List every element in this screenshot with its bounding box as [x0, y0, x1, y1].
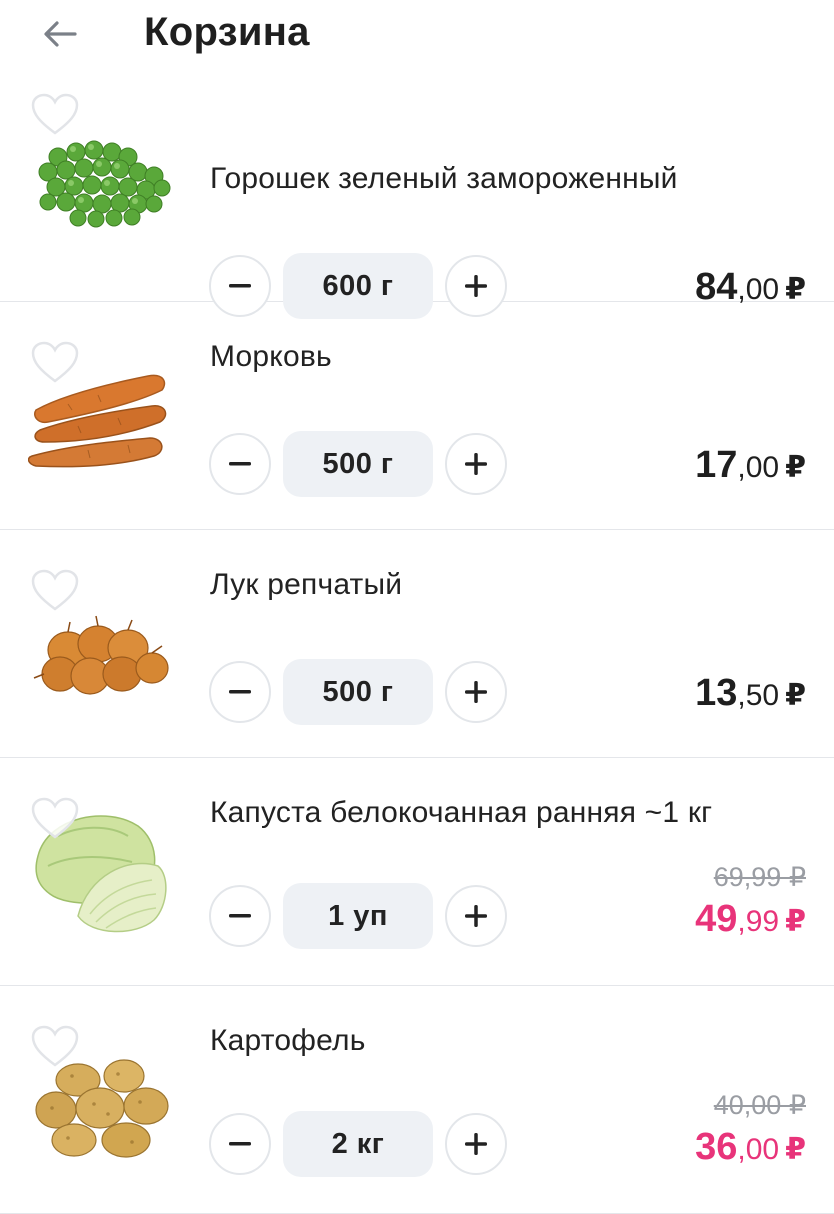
price-decimal: ,50: [737, 679, 780, 712]
heart-icon[interactable]: [30, 568, 80, 612]
page-title: Корзина: [144, 10, 310, 54]
heart-icon[interactable]: [30, 340, 80, 384]
plus-icon: [465, 905, 487, 927]
minus-icon: [229, 690, 251, 694]
quantity-stepper: 500 г: [209, 659, 507, 725]
price-currency: ₽: [785, 905, 806, 938]
product-name[interactable]: Горошек зеленый замороженный: [210, 162, 678, 196]
price-integer: 13: [695, 672, 738, 714]
cart-item: Морковь 500 г 17,00 ₽: [0, 302, 834, 530]
heart-icon[interactable]: [30, 796, 80, 840]
cart-item: Горошек зеленый замороженный 600 г 84,00…: [0, 74, 834, 319]
plus-icon: [465, 681, 487, 703]
decrease-button[interactable]: [209, 433, 271, 495]
minus-icon: [229, 914, 251, 918]
cart-item: Лук репчатый 500 г 13,50 ₽: [0, 530, 834, 758]
arrow-left-icon: [44, 21, 77, 47]
back-button[interactable]: [38, 14, 82, 54]
decrease-button[interactable]: [209, 661, 271, 723]
decrease-button[interactable]: [209, 885, 271, 947]
quantity-value: 1 уп: [283, 883, 433, 949]
price-integer: 36: [695, 1126, 738, 1168]
increase-button[interactable]: [445, 433, 507, 495]
product-name[interactable]: Картофель: [210, 1024, 366, 1058]
increase-button[interactable]: [445, 661, 507, 723]
price-currency: ₽: [785, 679, 806, 712]
price-currency: ₽: [785, 451, 806, 484]
quantity-value: 500 г: [283, 431, 433, 497]
heart-icon[interactable]: [30, 92, 80, 136]
increase-button[interactable]: [445, 1113, 507, 1175]
price: 13,50 ₽: [695, 672, 806, 715]
product-name[interactable]: Морковь: [210, 340, 332, 374]
sale-price: 49,99 ₽: [695, 898, 806, 941]
top-bar: Корзина: [0, 0, 834, 74]
price-decimal: ,00: [737, 1133, 780, 1166]
quantity-stepper: 1 уп: [209, 883, 507, 949]
quantity-value: 500 г: [283, 659, 433, 725]
minus-icon: [229, 1142, 251, 1146]
price: 17,00 ₽: [695, 444, 806, 487]
price-currency: ₽: [785, 1133, 806, 1166]
price-decimal: ,00: [737, 451, 780, 484]
quantity-stepper: 2 кг: [209, 1111, 507, 1177]
decrease-button[interactable]: [209, 1113, 271, 1175]
cart-item: Картофель 2 кг 40,00 ₽ 36,00 ₽: [0, 986, 834, 1214]
minus-icon: [229, 284, 251, 288]
product-name[interactable]: Лук репчатый: [210, 568, 402, 602]
product-name[interactable]: Капуста белокочанная ранняя ~1 кг: [210, 796, 712, 830]
price-integer: 17: [695, 444, 738, 486]
cart-item: Капуста белокочанная ранняя ~1 кг 1 уп 6…: [0, 758, 834, 986]
plus-icon: [465, 1133, 487, 1155]
old-price: 40,00 ₽: [713, 1090, 806, 1120]
quantity-stepper: 500 г: [209, 431, 507, 497]
price-integer: 49: [695, 898, 738, 940]
heart-icon[interactable]: [30, 1024, 80, 1068]
quantity-value: 2 кг: [283, 1111, 433, 1177]
old-price: 69,99 ₽: [713, 862, 806, 892]
sale-price: 36,00 ₽: [695, 1126, 806, 1169]
minus-icon: [229, 462, 251, 466]
plus-icon: [465, 453, 487, 475]
increase-button[interactable]: [445, 885, 507, 947]
plus-icon: [465, 275, 487, 297]
price-decimal: ,99: [737, 905, 780, 938]
